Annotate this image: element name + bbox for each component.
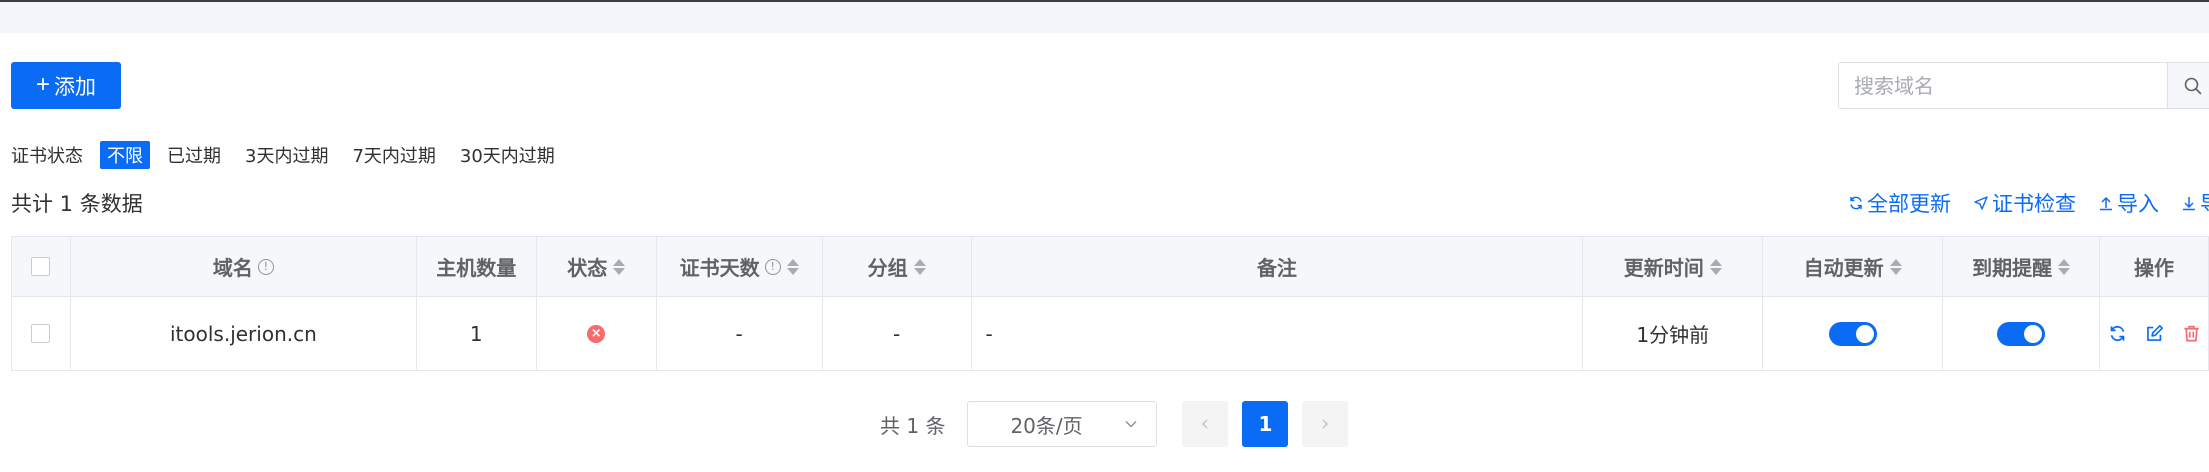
header-cert-days-label: 证书天数 — [679, 256, 760, 280]
hosts-cell: 1 — [416, 297, 537, 371]
auto-update-toggle[interactable] — [1828, 321, 1877, 346]
cert-status-filter: 证书状态 不限 已过期 3天内过期 7天内过期 30天内过期 — [11, 141, 572, 169]
sort-icon[interactable] — [1709, 258, 1722, 275]
search-input[interactable] — [1839, 63, 2167, 108]
expiry-alert-toggle[interactable] — [1997, 321, 2046, 346]
info-icon[interactable]: ! — [764, 258, 781, 275]
delete-icon[interactable] — [2182, 324, 2201, 343]
filter-option-30days[interactable]: 30天内过期 — [453, 141, 562, 169]
next-page-button[interactable] — [1302, 401, 1349, 447]
table-row: itools.jerion.cn 1 × - - - 1分钟前 — [12, 297, 2209, 371]
plus-icon: + — [35, 70, 50, 98]
import-button[interactable]: 导入 — [2098, 188, 2159, 218]
header-remark-label: 备注 — [1256, 256, 1297, 280]
cert-check-label: 证书检查 — [1992, 192, 2076, 216]
export-button[interactable]: 导 — [2181, 188, 2209, 218]
pagination-total: 共 1 条 — [880, 413, 946, 438]
row-select-cell — [12, 297, 71, 371]
search-box — [1838, 62, 2209, 109]
add-button[interactable]: + 添加 — [11, 62, 121, 109]
header-updated[interactable]: 更新时间 — [1583, 237, 1764, 297]
updated-cell: 1分钟前 — [1583, 297, 1764, 371]
header-group[interactable]: 分组 — [822, 237, 972, 297]
group-cell: - — [822, 297, 972, 371]
header-domain-label: 域名 — [212, 256, 253, 280]
header-cert-days[interactable]: 证书天数 ! — [656, 237, 823, 297]
header-hosts: 主机数量 — [416, 237, 537, 297]
sort-icon[interactable] — [786, 258, 799, 275]
sort-icon[interactable] — [1889, 258, 1902, 275]
header-status-label: 状态 — [567, 256, 608, 280]
filter-option-3days[interactable]: 3天内过期 — [238, 141, 335, 169]
header-remark: 备注 — [971, 237, 1584, 297]
sort-icon[interactable] — [913, 258, 926, 275]
ops-cell — [2100, 297, 2209, 371]
refresh-icon[interactable] — [2108, 324, 2127, 343]
search-icon[interactable] — [2167, 63, 2209, 108]
header-select-cell — [12, 237, 71, 297]
expiry-alert-cell — [1943, 297, 2101, 371]
cert-check-button[interactable]: 证书检查 — [1973, 188, 2076, 218]
refresh-all-label: 全部更新 — [1867, 192, 1951, 216]
header-ops: 操作 — [2100, 237, 2209, 297]
top-strip — [0, 0, 2209, 33]
chevron-left-icon — [1202, 419, 1208, 429]
filter-option-7days[interactable]: 7天内过期 — [345, 141, 442, 169]
select-all-checkbox[interactable] — [31, 257, 51, 276]
auto-update-cell — [1763, 297, 1944, 371]
refresh-all-button[interactable]: 全部更新 — [1848, 188, 1951, 218]
header-domain: 域名 ! — [70, 237, 417, 297]
header-ops-label: 操作 — [2134, 256, 2175, 280]
export-label: 导 — [2200, 188, 2209, 218]
sort-icon[interactable] — [613, 258, 626, 275]
sort-icon[interactable] — [2058, 258, 2071, 275]
info-icon[interactable]: ! — [257, 258, 274, 275]
header-expiry-alert-label: 到期提醒 — [1972, 256, 2053, 280]
total-count: 共计 1 条数据 — [11, 192, 143, 216]
domain-table: 域名 ! 主机数量 状态 证书天数 ! 分组 备注 更新时间 自动更新 到期提醒… — [11, 236, 2209, 371]
cert-days-cell: - — [656, 297, 823, 371]
download-icon — [2183, 197, 2195, 211]
pagination: 共 1 条 20条/页 1 — [880, 401, 1362, 447]
domain-cell: itools.jerion.cn — [70, 297, 417, 371]
filter-label: 证书状态 — [11, 146, 83, 167]
header-status[interactable]: 状态 — [536, 237, 657, 297]
chevron-right-icon — [1322, 419, 1329, 429]
upload-icon — [2100, 196, 2112, 211]
add-button-label: 添加 — [54, 75, 96, 99]
header-auto-update-label: 自动更新 — [1803, 256, 1884, 280]
edit-icon[interactable] — [2145, 324, 2164, 343]
error-status-icon: × — [587, 324, 606, 343]
header-expiry-alert[interactable]: 到期提醒 — [1943, 237, 2101, 297]
header-updated-label: 更新时间 — [1623, 256, 1704, 280]
refresh-icon — [1850, 196, 1862, 210]
prev-page-button[interactable] — [1182, 401, 1229, 447]
page-number-current[interactable]: 1 — [1242, 401, 1289, 447]
import-label: 导入 — [2117, 192, 2159, 216]
header-hosts-label: 主机数量 — [436, 256, 517, 280]
chevron-down-icon — [1125, 420, 1137, 428]
table-header-row: 域名 ! 主机数量 状态 证书天数 ! 分组 备注 更新时间 自动更新 到期提醒… — [12, 237, 2209, 297]
filter-option-all[interactable]: 不限 — [100, 141, 150, 169]
status-cell: × — [536, 297, 657, 371]
table-actions: 全部更新 证书检查 导入 导 — [1848, 188, 2209, 218]
remark-cell: - — [971, 297, 1584, 371]
header-group-label: 分组 — [867, 256, 908, 280]
header-auto-update[interactable]: 自动更新 — [1763, 237, 1944, 297]
send-icon — [1974, 196, 1988, 210]
page-size-value: 20条/页 — [1010, 413, 1083, 438]
filter-option-expired[interactable]: 已过期 — [160, 141, 228, 169]
page-size-select[interactable]: 20条/页 — [967, 401, 1158, 447]
row-operations — [2108, 324, 2201, 343]
row-checkbox[interactable] — [31, 324, 51, 343]
